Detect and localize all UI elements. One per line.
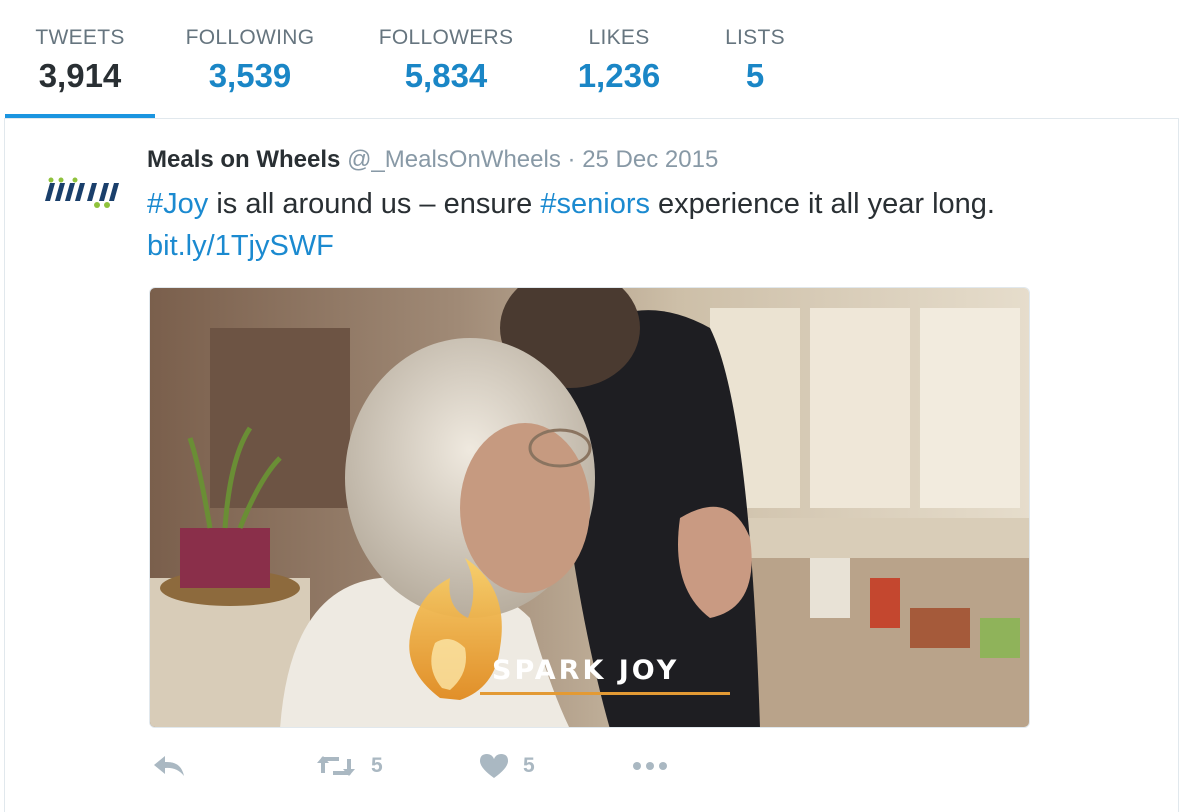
author-handle[interactable]: @_MealsOnWheels xyxy=(347,146,561,173)
stat-following-label: FOLLOWING xyxy=(185,26,315,49)
reply-icon xyxy=(154,756,184,776)
like-button[interactable]: 5 xyxy=(479,753,535,779)
stat-tweets-value: 3,914 xyxy=(38,57,122,94)
tweet-text-segment-1: is all around us – ensure xyxy=(208,188,541,220)
meals-on-wheels-logo-icon xyxy=(45,177,119,208)
avatar[interactable] xyxy=(41,171,121,211)
tweet-date[interactable]: 25 Dec 2015 xyxy=(582,146,718,173)
stat-followers-value: 5,834 xyxy=(404,57,488,94)
tweet-card[interactable]: Meals on Wheels @_MealsOnWheels · 25 Dec… xyxy=(4,118,1179,812)
hashtag-seniors-link[interactable]: #seniors xyxy=(540,188,650,220)
reply-button[interactable] xyxy=(151,753,187,779)
more-button[interactable] xyxy=(631,759,671,773)
stat-lists-label: LISTS xyxy=(725,26,785,49)
tweet-media-image[interactable]: SPARK JOY xyxy=(149,287,1030,728)
tweet-text: #Joy is all around us – ensure #seniors … xyxy=(147,183,1147,267)
spark-joy-overlay-text: SPARK JOY xyxy=(492,655,680,686)
retweet-count: 5 xyxy=(371,754,383,777)
tweet-text-segment-2: experience it all year long. xyxy=(649,188,995,220)
stat-tweets-label: TWEETS xyxy=(35,26,125,49)
author-name[interactable]: Meals on Wheels xyxy=(147,146,340,173)
header-separator: · xyxy=(567,146,576,173)
tweet-header: Meals on Wheels @_MealsOnWheels · 25 Dec… xyxy=(147,145,718,175)
stat-followers-label: FOLLOWERS xyxy=(378,26,514,49)
stat-likes[interactable]: LIKES 1,236 xyxy=(564,26,674,96)
retweet-icon xyxy=(317,756,355,776)
tweet-url-link[interactable]: bit.ly/1TjySWF xyxy=(147,230,334,262)
profile-stats-bar: TWEETS 3,914 FOLLOWING 3,539 FOLLOWERS 5… xyxy=(0,0,1184,119)
hashtag-joy-link[interactable]: #Joy xyxy=(147,188,208,220)
stat-likes-label: LIKES xyxy=(588,26,650,49)
tweet-actions: 5 5 xyxy=(147,753,847,793)
more-icon xyxy=(633,762,667,770)
stat-likes-value: 1,236 xyxy=(577,57,661,94)
stat-lists-value: 5 xyxy=(745,57,765,94)
retweet-button[interactable]: 5 xyxy=(315,753,383,779)
stat-following-value: 3,539 xyxy=(208,57,292,94)
stat-following[interactable]: FOLLOWING 3,539 xyxy=(180,26,320,96)
stat-lists[interactable]: LISTS 5 xyxy=(712,26,798,96)
stat-followers[interactable]: FOLLOWERS 5,834 xyxy=(372,26,520,96)
heart-icon xyxy=(480,754,508,778)
stat-tweets[interactable]: TWEETS 3,914 xyxy=(30,26,130,96)
like-count: 5 xyxy=(523,754,535,777)
